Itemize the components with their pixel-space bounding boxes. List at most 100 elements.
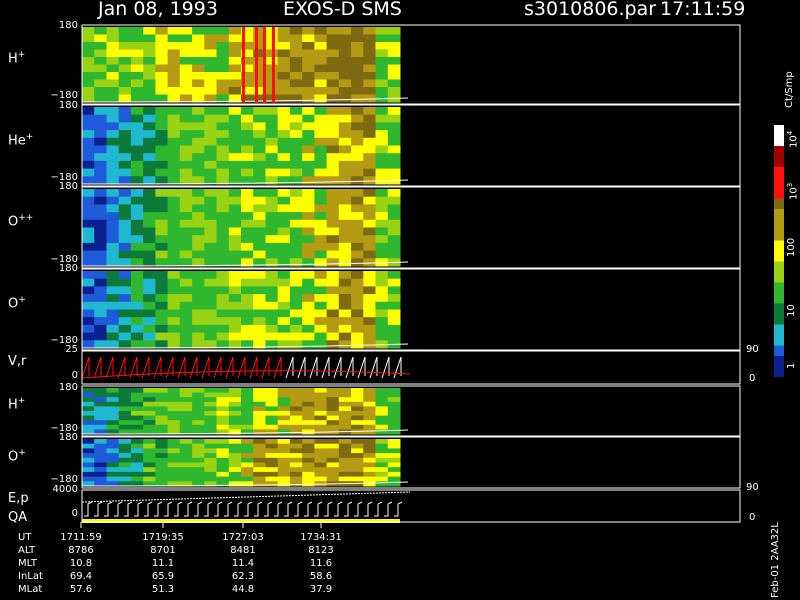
heatmap-cell xyxy=(351,114,364,123)
heatmap-cell xyxy=(253,462,266,468)
heatmap-cell xyxy=(363,392,376,398)
heatmap-cell xyxy=(351,42,364,50)
heatmap-cell xyxy=(314,196,328,205)
heatmap-cell xyxy=(338,168,352,177)
heatmap-cell xyxy=(302,250,315,259)
heatmap-cell xyxy=(204,388,217,394)
heatmap-cell xyxy=(387,301,401,310)
heatmap-cell xyxy=(265,420,279,426)
heatmap-cell xyxy=(314,34,328,43)
heatmap-cell xyxy=(277,137,291,146)
heatmap-cell xyxy=(118,107,132,116)
heatmap-cell xyxy=(228,462,242,468)
heatmap-cell xyxy=(118,462,132,468)
heatmap-cell xyxy=(167,114,181,123)
red-spike xyxy=(242,27,245,103)
heatmap-cell xyxy=(179,189,193,198)
tick-h-top: 180 xyxy=(58,20,78,31)
heatmap-cell xyxy=(155,476,169,482)
heatmap-cell xyxy=(326,309,340,318)
heatmap-cell xyxy=(216,107,230,116)
heatmap-cell xyxy=(387,27,401,35)
heatmap-cell xyxy=(216,424,230,430)
heatmap-cell xyxy=(216,415,230,421)
colorbar-segment xyxy=(774,314,784,325)
heatmap-cell xyxy=(351,411,364,417)
heatmap-cell xyxy=(143,94,156,103)
heatmap-cell xyxy=(167,392,181,398)
heatmap-cell xyxy=(302,27,315,35)
heatmap-cell xyxy=(351,301,364,310)
colorbar-segment xyxy=(774,356,784,367)
heatmap-cell xyxy=(130,271,144,280)
heatmap-cell xyxy=(277,219,291,228)
heatmap-cell xyxy=(265,271,279,280)
heatmap-cell xyxy=(216,196,230,205)
colorbar-segment xyxy=(774,177,784,189)
heatmap-cell xyxy=(130,324,144,334)
heatmap-cell xyxy=(241,309,254,318)
heatmap-cell xyxy=(253,415,266,421)
heatmap-cell xyxy=(155,250,169,259)
heatmap-cell xyxy=(253,467,266,473)
heatmap-cell xyxy=(192,27,205,35)
heatmap-cell xyxy=(351,79,364,88)
heatmap-cell xyxy=(351,271,364,280)
heatmap-cell xyxy=(82,448,95,454)
colorbar-segment xyxy=(774,125,784,136)
heatmap-cell xyxy=(314,227,328,236)
heatmap-cell xyxy=(228,87,242,95)
heatmap-cell xyxy=(94,309,107,318)
heatmap-cell xyxy=(289,406,303,412)
heatmap-cell xyxy=(363,467,376,473)
heatmap-cell xyxy=(106,476,120,482)
heatmap-cell xyxy=(387,212,401,221)
heatmap-cell xyxy=(155,87,169,95)
heatmap-cell xyxy=(94,153,107,162)
heatmap-cell xyxy=(387,388,401,394)
heatmap-cell xyxy=(94,27,107,35)
heatmap-cell xyxy=(241,153,254,162)
heatmap-cell xyxy=(94,278,107,287)
heatmap-cell xyxy=(326,294,340,303)
heatmap-cell xyxy=(130,94,144,103)
heatmap-cell xyxy=(216,153,230,162)
heatmap-cell xyxy=(314,332,328,341)
heatmap-cell xyxy=(179,57,193,65)
heatmap-cell xyxy=(106,57,120,65)
heatmap-cell xyxy=(289,415,303,421)
heatmap-cell xyxy=(143,79,156,88)
heatmap-cell xyxy=(326,388,340,394)
heatmap-cell xyxy=(179,250,193,259)
heatmap-cell xyxy=(241,278,254,287)
heatmap-cell xyxy=(167,145,181,154)
heatmap-cell xyxy=(314,476,328,482)
heatmap-cell xyxy=(216,145,230,154)
footer-mlat-2: 51.3 xyxy=(151,584,175,595)
heatmap-cell xyxy=(351,462,364,468)
heatmap-cell xyxy=(228,424,242,430)
heatmap-cell xyxy=(314,49,328,58)
heatmap-cell xyxy=(277,27,291,35)
heatmap-cell xyxy=(253,189,266,198)
heatmap-cell xyxy=(216,87,230,95)
heatmap-cell xyxy=(228,204,242,213)
heatmap-cell xyxy=(143,340,156,349)
heatmap-cell xyxy=(216,271,230,280)
heatmap-cell xyxy=(143,301,156,310)
heatmap-cell xyxy=(314,424,328,430)
heatmap-cell xyxy=(241,424,254,430)
heatmap-cell xyxy=(204,301,217,310)
heatmap-cell xyxy=(143,401,156,407)
heatmap-cell xyxy=(118,189,132,198)
heatmap-cell xyxy=(118,401,132,407)
heatmap-cell xyxy=(228,317,242,326)
heatmap-cell xyxy=(118,271,132,280)
heatmap-cell xyxy=(216,64,230,73)
heatmap-cell xyxy=(363,34,376,43)
heatmap-cell xyxy=(118,471,132,478)
heatmap-cell xyxy=(338,137,352,146)
heatmap-cell xyxy=(314,107,328,116)
heatmap-cell xyxy=(118,176,132,185)
heatmap-cell xyxy=(302,415,315,421)
